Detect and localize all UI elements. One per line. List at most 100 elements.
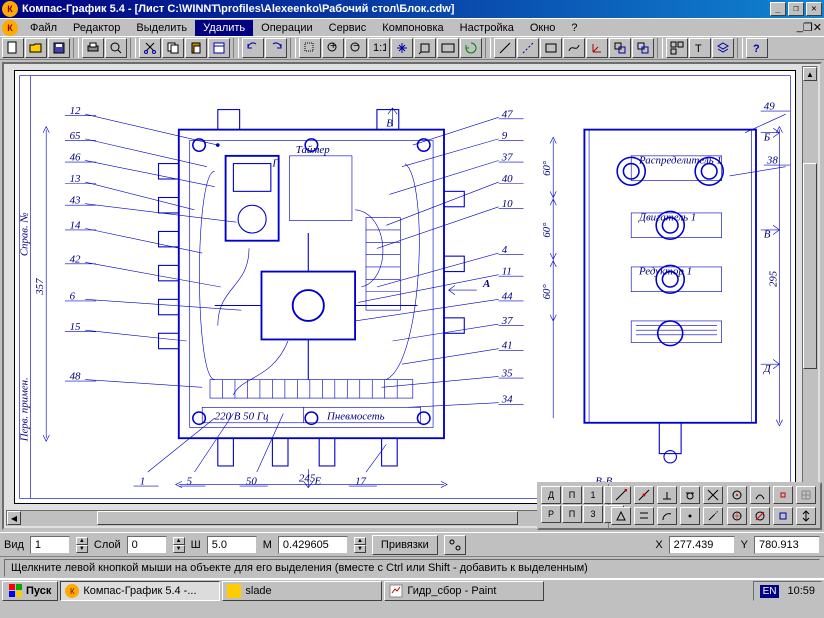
tool-line-a[interactable] [494,38,516,58]
menu-settings[interactable]: Настройка [452,20,522,36]
tool-copy[interactable] [162,38,184,58]
menu-layout[interactable]: Компоновка [374,20,451,36]
toolbar-separator [657,38,663,58]
snap-tangent-icon[interactable] [680,486,700,504]
tool-undo[interactable] [242,38,264,58]
snap-off-icon[interactable] [750,507,770,525]
menu-editor[interactable]: Редактор [65,20,128,36]
snap-sym-icon[interactable] [796,507,816,525]
snap-quad-icon[interactable] [727,507,747,525]
menu-window[interactable]: Окно [522,20,564,36]
vid-up[interactable]: ▲ [76,537,88,545]
scroll-up-button[interactable]: ▲ [803,67,817,81]
tool-xyz[interactable] [586,38,608,58]
scrollbar-vertical[interactable]: ▲ ▼ [802,66,818,508]
tool-cut[interactable] [139,38,161,58]
tool-open[interactable] [25,38,47,58]
task-kompas[interactable]: К Компас-График 5.4 -... [60,581,220,601]
task-paint[interactable]: Гидр_сбор - Paint [384,581,544,601]
menu-file[interactable]: Файл [22,20,65,36]
panel-btn[interactable]: 1 [583,486,603,504]
tool-paste[interactable] [185,38,207,58]
tool-zoom-scale[interactable]: 1:1 [368,38,390,58]
sh-field[interactable]: 5.0 [207,536,257,554]
tool-new[interactable] [2,38,24,58]
tool-layers[interactable] [712,38,734,58]
m-up[interactable]: ▲ [354,537,366,545]
vid-down[interactable]: ▼ [76,545,88,553]
side-label: Редуктор 1 [638,266,692,278]
callout: 48 [70,371,81,383]
kompas-icon: К [65,584,79,598]
close-button[interactable]: ✕ [806,2,822,16]
callout: 34 [501,394,513,406]
snap-grid-icon[interactable] [796,486,816,504]
m-down[interactable]: ▼ [354,545,366,553]
panel-btn[interactable]: П [562,486,582,504]
minimize-button[interactable]: _ [770,2,786,16]
window-title: Компас-График 5.4 - [Лист C:\WINNT\profi… [22,3,768,15]
tool-line-b[interactable] [517,38,539,58]
snap-point-icon[interactable] [680,507,700,525]
tool-redo[interactable] [265,38,287,58]
tool-zoom-window[interactable] [299,38,321,58]
tool-redraw[interactable] [460,38,482,58]
tool-zoom-prev[interactable] [414,38,436,58]
snap-button[interactable]: Привязки [372,535,438,555]
tool-region2[interactable] [632,38,654,58]
menu-delete[interactable]: Удалить [195,20,253,36]
snap-near-icon[interactable] [750,486,770,504]
snap-center-icon[interactable] [727,486,747,504]
task-slade[interactable]: slade [222,581,382,601]
tool-rect[interactable] [540,38,562,58]
panel-btn[interactable]: 3 [583,505,603,523]
mdi-close-button[interactable]: ✕ [813,21,822,34]
snap-settings-button[interactable] [444,535,466,555]
m-field[interactable]: 0.429605 [278,536,348,554]
snap-arc-icon[interactable] [657,507,677,525]
scroll-left-button[interactable]: ◀ [7,511,21,525]
snap-ext-icon[interactable] [703,507,723,525]
snap-end-icon[interactable] [611,486,631,504]
menu-select[interactable]: Выделить [128,20,195,36]
maximize-button[interactable]: ❐ [788,2,804,16]
callout: 50 [246,476,257,488]
menu-operations[interactable]: Операции [253,20,320,36]
panel-btn[interactable]: Д [541,486,561,504]
tool-curve[interactable] [563,38,585,58]
panel-btn[interactable]: Р [541,505,561,523]
snap-insert-icon[interactable] [773,507,793,525]
tool-print[interactable] [82,38,104,58]
snap-parallel-icon[interactable] [634,507,654,525]
menu-help[interactable]: ? [563,20,585,36]
tool-preview[interactable] [105,38,127,58]
sloi-field[interactable]: 0 [127,536,167,554]
tool-text[interactable]: T [689,38,711,58]
start-button[interactable]: Пуск [2,581,58,601]
svg-text:1:1: 1:1 [373,42,386,54]
tool-pan[interactable] [391,38,413,58]
menu-service[interactable]: Сервис [321,20,375,36]
tool-views[interactable] [666,38,688,58]
snap-perp-icon[interactable] [657,486,677,504]
snap-mid-icon[interactable] [634,486,654,504]
snap-angle-icon[interactable] [611,507,631,525]
snap-intersect-icon[interactable] [703,486,723,504]
panel-btn[interactable]: П [562,505,582,523]
tool-region[interactable] [609,38,631,58]
tool-help[interactable]: ? [746,38,768,58]
callout: 43 [70,195,81,207]
tool-panels: Д П 1 2 Р П 3 2 [537,482,822,530]
sloi-up[interactable]: ▲ [173,537,185,545]
lang-indicator[interactable]: EN [760,585,780,598]
snap-node-icon[interactable] [773,486,793,504]
vid-field[interactable]: 1 [30,536,70,554]
canvas[interactable]: Перв. примен. Справ. № [4,64,820,528]
tool-save[interactable] [48,38,70,58]
sloi-down[interactable]: ▼ [173,545,185,553]
tool-zoom-out[interactable]: − [345,38,367,58]
mdi-maximize-button[interactable]: ❐ [803,21,813,34]
tool-zoom-fit[interactable] [437,38,459,58]
tool-properties[interactable] [208,38,230,58]
tool-zoom-in[interactable]: + [322,38,344,58]
